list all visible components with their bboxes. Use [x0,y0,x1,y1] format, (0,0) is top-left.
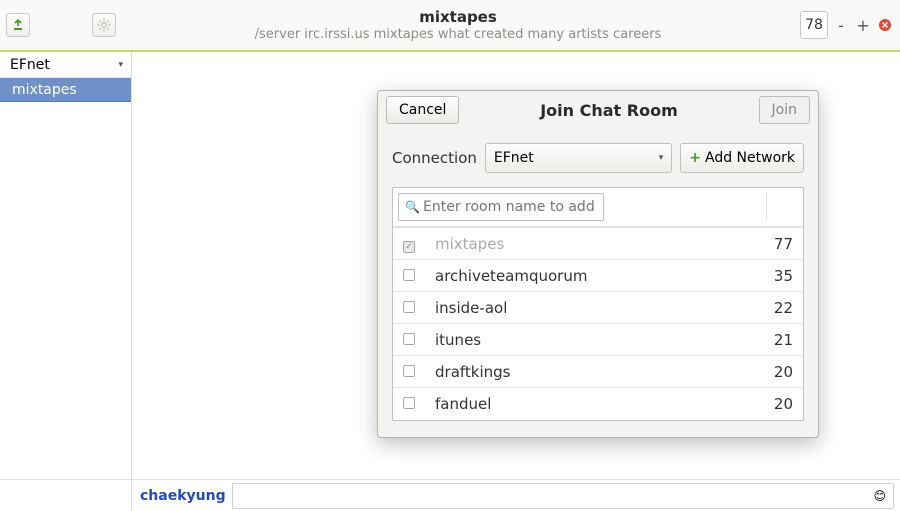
checkbox-icon[interactable] [403,301,415,313]
settings-button[interactable] [92,13,116,37]
room-row[interactable]: ✓ mixtapes77 [393,228,803,260]
emoji-icon[interactable]: 😊 [873,489,886,503]
network-selector[interactable]: EFnet ▾ [0,52,131,78]
plus-icon: + [689,150,701,166]
add-network-label: Add Network [705,150,795,166]
room-row[interactable]: itunes21 [393,324,803,356]
user-count-badge[interactable]: 78 [800,11,828,39]
room-count: 20 [753,356,803,388]
room-name: itunes [425,324,753,356]
join-room-dialog: Cancel Join Chat Room Join Connection EF… [377,90,819,438]
room-list-box: 🔍 ✓ mixtapes77archiveteamquorum35inside-a… [392,187,804,421]
room-row[interactable]: draftkings20 [393,356,803,388]
checkbox-icon[interactable] [403,333,415,345]
message-input[interactable] [232,483,894,509]
room-search-input[interactable] [398,193,604,221]
sidebar-channel-mixtapes[interactable]: mixtapes [0,78,131,102]
connection-label: Connection [392,149,477,167]
network-name: EFnet [10,57,50,73]
chevron-down-icon: ▾ [118,60,123,70]
nick-label: chaekyung [132,488,232,504]
search-icon: 🔍 [405,200,420,214]
room-row[interactable]: fanduel20 [393,388,803,420]
chat-area: Cancel Join Chat Room Join Connection EF… [132,52,900,479]
close-button[interactable] [876,16,894,34]
input-bar: chaekyung 😊 [0,479,900,511]
connection-value: EFnet [494,150,534,166]
add-channel-button[interactable] [6,13,30,37]
titlebar: mixtapes /server irc.irssi.us mixtapes w… [0,0,900,52]
room-count: 35 [753,260,803,292]
room-count: 22 [753,292,803,324]
room-name: draftkings [425,356,753,388]
room-count: 77 [753,228,803,260]
maximize-button[interactable]: + [854,16,872,34]
plus-arrow-icon [12,19,24,31]
connection-select[interactable]: EFnet ▾ [485,143,672,173]
checkbox-icon[interactable]: ✓ [403,241,415,253]
minimize-button[interactable]: - [832,16,850,34]
checkbox-icon[interactable] [403,397,415,409]
join-button[interactable]: Join [759,96,810,124]
window-title: mixtapes [116,8,800,26]
sidebar: EFnet ▾ mixtapes [0,52,132,479]
checkbox-icon[interactable] [403,269,415,281]
refresh-rooms-button[interactable] [766,193,798,221]
window-subtitle: /server irc.irssi.us mixtapes what creat… [116,27,800,42]
cancel-button[interactable]: Cancel [386,96,459,124]
room-name: mixtapes [425,228,753,260]
room-table: ✓ mixtapes77archiveteamquorum35inside-aol… [393,227,803,420]
room-row[interactable]: inside-aol22 [393,292,803,324]
close-icon [878,18,892,32]
gear-icon [97,18,111,32]
chevron-down-icon: ▾ [659,153,664,163]
room-count: 20 [753,388,803,420]
dialog-title: Join Chat Room [459,101,758,120]
room-name: archiveteamquorum [425,260,753,292]
room-row[interactable]: archiveteamquorum35 [393,260,803,292]
add-network-button[interactable]: + Add Network [680,143,804,173]
checkbox-icon[interactable] [403,365,415,377]
room-name: inside-aol [425,292,753,324]
room-name: fanduel [425,388,753,420]
room-count: 21 [753,324,803,356]
